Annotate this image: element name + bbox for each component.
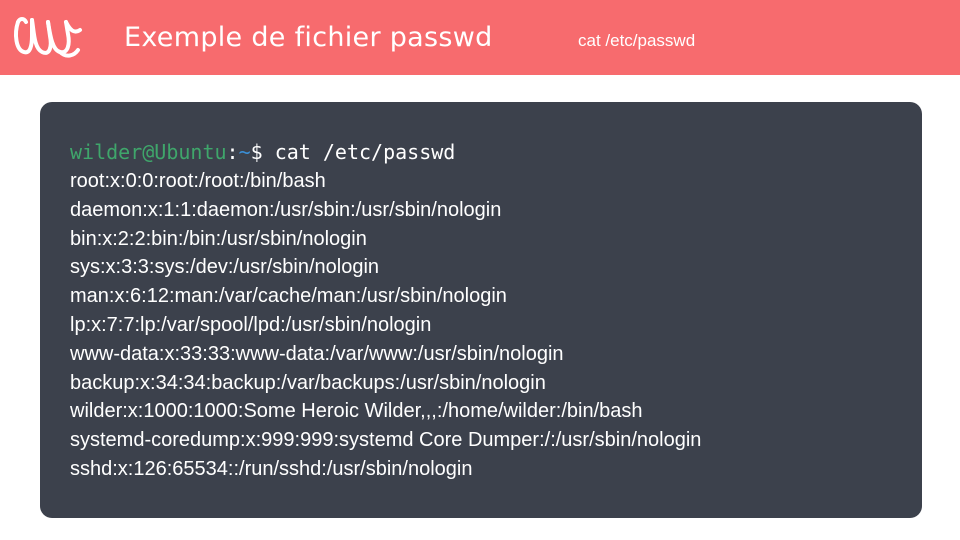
page-title: Exemple de fichier passwd	[124, 22, 493, 53]
output-line: sshd:x:126:65534::/run/sshd:/usr/sbin/no…	[70, 457, 473, 480]
wild-code-school-logo-icon	[14, 17, 82, 58]
header-bar: Exemple de fichier passwd cat /etc/passw…	[0, 0, 960, 75]
prompt-colon: :	[226, 140, 239, 164]
prompt-symbol: $	[250, 140, 263, 164]
output-line: sys:x:3:3:sys:/dev:/usr/sbin/nologin	[70, 256, 380, 279]
output-line: bin:x:2:2:bin:/bin:/usr/sbin/nologin	[70, 227, 367, 250]
output-line: backup:x:34:34:backup:/var/backups:/usr/…	[70, 371, 546, 394]
output-line: lp:x:7:7:lp:/var/spool/lpd:/usr/sbin/nol…	[70, 313, 432, 336]
output-line: daemon:x:1:1:daemon:/usr/sbin:/usr/sbin/…	[70, 198, 502, 221]
output-line: systemd-coredump:x:999:999:systemd Core …	[70, 429, 702, 452]
page-subtitle: cat /etc/passwd	[578, 31, 696, 50]
prompt-path: ~	[238, 140, 251, 164]
output-line: root:x:0:0:root:/root:/bin/bash	[70, 170, 326, 192]
terminal-prompt-line: wilder@Ubuntu:~$ cat /etc/passwd	[70, 138, 455, 166]
terminal-output: root:x:0:0:root:/root:/bin/bash daemon:x…	[70, 167, 701, 484]
prompt-command: cat /etc/passwd	[262, 140, 456, 164]
output-line: man:x:6:12:man:/var/cache/man:/usr/sbin/…	[70, 285, 507, 308]
prompt-user-host: wilder@Ubuntu	[70, 140, 227, 164]
output-line: www-data:x:33:33:www-data:/var/www:/usr/…	[70, 342, 564, 365]
output-line: wilder:x:1000:1000:Some Heroic Wilder,,,…	[70, 400, 643, 423]
